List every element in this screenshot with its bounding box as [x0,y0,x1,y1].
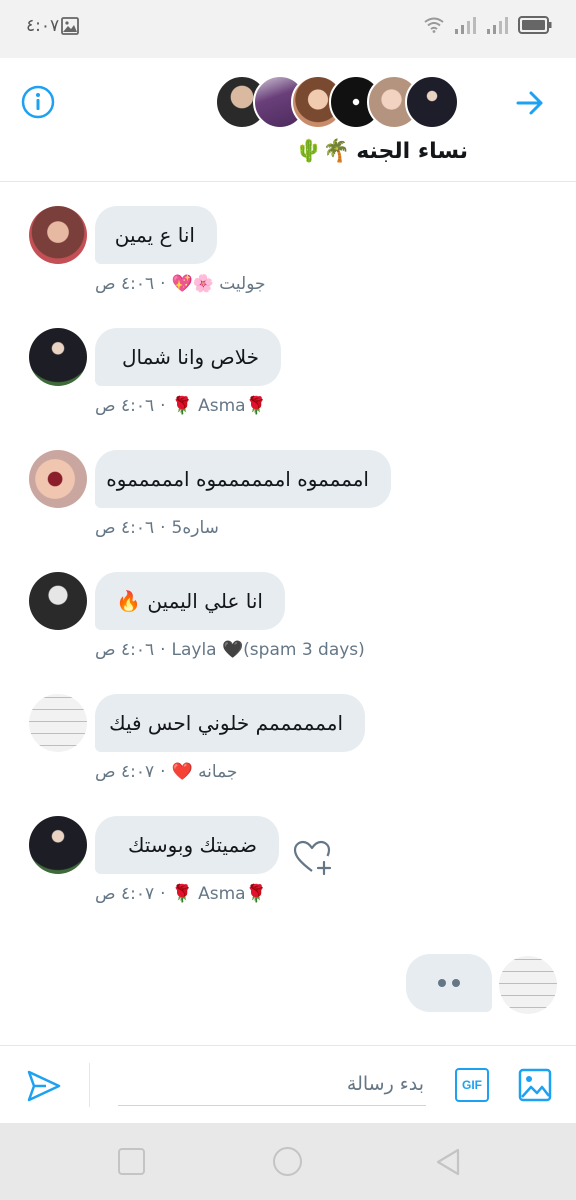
signal-icon-1 [455,17,476,34]
composer-divider [89,1063,90,1107]
message-meta: ساره5 · ٤:٠٦ ص [95,518,219,538]
sender-avatar[interactable] [29,206,87,264]
add-reaction-heart-icon[interactable] [292,838,332,878]
message-time: ٤:٠٧ ص [95,762,155,782]
sender-avatar[interactable] [29,694,87,752]
typing-dot [438,979,446,987]
message-bubble[interactable]: انا ع يمين [95,206,217,264]
status-time: ٤:٠٧ [26,16,60,36]
message-bubble[interactable]: ضميتك وبوستك [95,816,279,874]
message-text: انا علي اليمين 🔥 [116,589,263,613]
typing-user-avatar[interactable] [499,956,557,1014]
sender-name: 🌹Asma 🌹 [171,884,267,904]
message-time: ٤:٠٧ ص [95,884,155,904]
message-bubble[interactable]: امممموه امممممموه اممممموه [95,450,391,508]
conversation-header: 🌵🌴 نساء الجنه [0,58,576,182]
nav-back-icon[interactable] [434,1147,462,1177]
message-bubble[interactable]: اممممممم خلوني احس فيك [95,694,365,752]
message-time: ٤:٠٦ ص [95,396,155,416]
sender-avatar[interactable] [29,572,87,630]
system-nav-bar [0,1123,576,1200]
gif-label: GIF [462,1078,482,1092]
typing-indicator [406,954,492,1012]
signal-icon-2 [487,17,508,34]
message-text: ضميتك وبوستك [127,833,257,857]
home-button[interactable] [273,1147,302,1176]
info-icon[interactable] [21,85,55,119]
sender-name: جمانه ❤️ [171,762,238,782]
message-meta: Layla 🖤(spam 3 days) · ٤:٠٦ ص [95,640,365,660]
message-bubble[interactable]: انا علي اليمين 🔥 [95,572,285,630]
message-text: امممموه امممممموه اممممموه [106,467,369,491]
recents-button[interactable] [118,1148,145,1175]
group-emoji: 🌵🌴 [295,138,351,164]
message-meta: 🌹Asma 🌹 · ٤:٠٧ ص [95,884,267,904]
message-composer: GIF [0,1045,576,1123]
message-input[interactable] [118,1062,426,1106]
group-avatars[interactable] [215,75,461,129]
status-icons [424,16,552,34]
status-bar: ٤:٠٧ [0,0,576,58]
message-meta: جوليت 🌸💖 · ٤:٠٦ ص [95,274,266,294]
sender-avatar[interactable] [29,328,87,386]
back-arrow-icon[interactable] [514,87,546,119]
member-avatar-6 [405,75,459,129]
sender-name: جوليت 🌸💖 [171,274,266,294]
message-text: اممممممم خلوني احس فيك [109,711,343,735]
gif-button[interactable]: GIF [455,1068,489,1102]
message-time: ٤:٠٦ ص [95,640,155,660]
battery-icon [518,16,552,34]
sender-avatar[interactable] [29,450,87,508]
message-text: خلاص وانا شمال [121,345,259,369]
sender-avatar[interactable] [29,816,87,874]
typing-dot [452,979,460,987]
message-text: انا ع يمين [114,223,195,247]
group-name: نساء الجنه [356,138,468,164]
group-title: 🌵🌴 نساء الجنه [268,134,468,168]
message-time: ٤:٠٦ ص [95,274,155,294]
sender-name: 🌹Asma 🌹 [171,396,267,416]
message-bubble[interactable]: خلاص وانا شمال [95,328,281,386]
message-meta: 🌹Asma 🌹 · ٤:٠٦ ص [95,396,267,416]
sender-name: Layla 🖤(spam 3 days) [171,640,365,660]
message-time: ٤:٠٦ ص [95,518,155,538]
add-photo-icon[interactable] [518,1068,552,1102]
message-meta: جمانه ❤️ · ٤:٠٧ ص [95,762,238,782]
sender-name: ساره5 [171,518,219,538]
send-icon[interactable] [26,1068,62,1104]
image-notification-icon [61,17,79,35]
wifi-icon [424,17,444,33]
